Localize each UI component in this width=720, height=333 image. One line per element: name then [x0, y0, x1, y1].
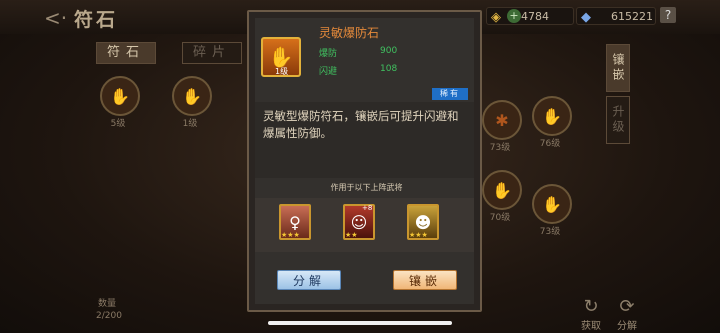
- rune-slot[interactable]: ✋ 73级: [532, 184, 572, 237]
- hero-stars: ★★★: [409, 231, 428, 239]
- count-label: 数量: [98, 299, 117, 309]
- gem-resource: ◆ 615221: [576, 7, 656, 25]
- hand-icon: ✋: [172, 76, 212, 116]
- gem-amount: 615221: [611, 10, 653, 23]
- hero-stars: ★★: [345, 231, 358, 239]
- refresh-icon: ↻: [583, 296, 599, 317]
- rune-slot[interactable]: ✱ 73级: [482, 100, 522, 153]
- gold-add-button[interactable]: +: [507, 9, 521, 23]
- rune-slot[interactable]: ✋ 1级: [172, 76, 212, 129]
- count-value: 2/200: [96, 311, 122, 321]
- gold-amount: 4784: [521, 10, 549, 23]
- home-indicator[interactable]: [268, 321, 452, 325]
- rune-name: 灵敏爆防石: [319, 26, 380, 40]
- inlay-button[interactable]: 镶嵌: [393, 270, 457, 290]
- hero-icon: ☺: [350, 212, 368, 232]
- hand-icon: ✋: [100, 76, 140, 116]
- generals-caption: 作用于以下上阵武将: [330, 183, 403, 192]
- stat-value: 900: [380, 46, 398, 56]
- help-button[interactable]: ?: [660, 7, 676, 23]
- stat-name: 闪避: [319, 67, 338, 77]
- hero-icon: ♀: [289, 212, 301, 232]
- rune-slot[interactable]: ✋ 70级: [482, 170, 522, 223]
- slot-level: 5级: [110, 119, 126, 129]
- tab-runestone[interactable]: 符石: [96, 42, 156, 64]
- slot-level: 73级: [539, 227, 561, 237]
- rune-description: 灵敏型爆防符石，镶嵌后可提升闪避和爆属性防御。: [255, 102, 474, 178]
- stat-value: 108: [380, 64, 398, 74]
- slot-level: 73级: [489, 143, 511, 153]
- decompose-side-button[interactable]: ⟳ 分解: [612, 296, 642, 332]
- hero-list: ♀ ★★★ ☺ +8 ★★ ☻ ★★★: [255, 198, 474, 252]
- page-title: 符石: [74, 9, 119, 31]
- tab-inlay[interactable]: 镶嵌: [606, 44, 630, 92]
- rarity-badge: 稀有: [432, 88, 468, 100]
- recycle-icon: ⟳: [619, 296, 635, 317]
- rune-detail-dialog: ✋ 1级 灵敏爆防石 爆防 900 闪避 108 稀有 灵敏型爆防符石，镶嵌后可…: [247, 10, 482, 312]
- hand-icon: ✋: [482, 170, 522, 210]
- tab-fragment[interactable]: 碎片: [182, 42, 242, 64]
- hand-icon: ✋: [532, 96, 572, 136]
- gold-ingot-icon: ◈: [491, 10, 501, 25]
- gem-icon: ◆: [581, 10, 591, 25]
- snowflake-icon: ✱: [482, 100, 522, 140]
- hero-plus-badge: +8: [362, 204, 373, 212]
- slot-level: 1级: [182, 119, 198, 129]
- stat-name: 爆防: [319, 49, 338, 59]
- decompose-button[interactable]: 分解: [277, 270, 341, 290]
- get-button[interactable]: ↻ 获取: [576, 296, 606, 332]
- rune-level-badge: 1级: [275, 67, 289, 76]
- decompose-label: 分解: [617, 321, 637, 332]
- hero-stars: ★★★: [281, 231, 300, 239]
- tab-upgrade[interactable]: 升级: [606, 96, 630, 144]
- slot-level: 70级: [489, 213, 511, 223]
- description-text: 灵敏型爆防符石，镶嵌后可提升闪避和爆属性防御。: [263, 109, 459, 140]
- gold-resource: ◈ + 4784: [486, 7, 574, 25]
- hero-icon: ☻: [414, 212, 432, 232]
- get-label: 获取: [581, 321, 601, 332]
- hand-icon: ✋: [532, 184, 572, 224]
- back-button[interactable]: <·: [44, 6, 67, 30]
- rune-slot[interactable]: ✋ 76级: [532, 96, 572, 149]
- slot-level: 76级: [539, 139, 561, 149]
- rune-slot[interactable]: ✋ 5级: [100, 76, 140, 129]
